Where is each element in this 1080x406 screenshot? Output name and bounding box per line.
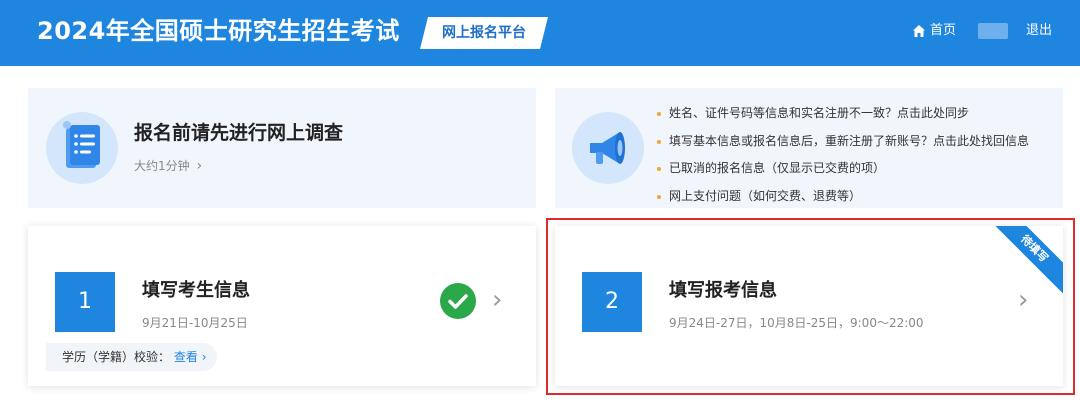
verify-label: 学历（学籍）校验：: [62, 350, 171, 364]
chevron-right-icon: ›: [196, 158, 203, 174]
survey-subtitle: 大约1分钟 ›: [134, 157, 202, 174]
step-card-1[interactable]: 1 填写考生信息 9月21日-10月25日 › 学历（学籍）校验： 查看 ›: [28, 226, 536, 386]
help-links: 姓名、证件号码等信息和实名注册不一致？点击此处同步 填写基本信息或报名信息后，重…: [657, 100, 1029, 210]
logout-link[interactable]: 退出: [1026, 20, 1052, 42]
top-header: 2024年全国硕士研究生招生考试 网上报名平台 首页 退出: [0, 0, 1080, 66]
help-link-payment[interactable]: 网上支付问题（如何交费、退费等）: [657, 183, 1029, 211]
home-link[interactable]: 首页: [912, 20, 956, 42]
step-title-1: 填写考生信息: [142, 280, 250, 301]
step-number-2: 2: [582, 272, 642, 332]
survey-duration: 大约1分钟: [134, 159, 190, 173]
page-title: 2024年全国硕士研究生招生考试: [37, 17, 400, 45]
verify-view-label: 查看: [173, 350, 198, 364]
platform-badge: 网上报名平台: [420, 17, 548, 49]
chevron-right-icon[interactable]: ›: [1018, 287, 1028, 313]
help-link-sync[interactable]: 姓名、证件号码等信息和实名注册不一致？点击此处同步: [657, 100, 1029, 128]
platform-badge-label: 网上报名平台: [442, 25, 526, 41]
step-card-2[interactable]: 2 填写报考信息 9月24日-27日，10月8日-25日，9:00～22:00 …: [555, 226, 1063, 386]
survey-title: 报名前请先进行网上调查: [134, 122, 344, 144]
check-circle-icon: [440, 283, 476, 319]
step-date-1: 9月21日-10月25日: [142, 316, 248, 330]
step-date-2: 9月24日-27日，10月8日-25日，9:00～22:00: [669, 316, 924, 330]
chevron-right-icon: ›: [201, 350, 207, 364]
survey-icon-circle: [46, 112, 118, 184]
education-verify-row: 学历（学籍）校验： 查看 ›: [46, 343, 217, 371]
user-name-blurred: [978, 23, 1008, 39]
help-icon-circle: [572, 112, 644, 184]
help-link-recover[interactable]: 填写基本信息或报名信息后，重新注册了新账号？点击此处找回信息: [657, 128, 1029, 156]
megaphone-icon: [590, 132, 625, 164]
step-number-1: 1: [55, 272, 115, 332]
verify-view-link[interactable]: 查看 ›: [174, 350, 207, 364]
survey-panel[interactable]: 报名前请先进行网上调查 大约1分钟 ›: [28, 88, 536, 208]
step-title-2: 填写报考信息: [669, 280, 777, 301]
home-icon: [913, 25, 925, 37]
help-link-cancelled[interactable]: 已取消的报名信息（仅显示已交费的项）: [657, 155, 1029, 183]
home-label: 首页: [930, 23, 957, 38]
help-panel: 姓名、证件号码等信息和实名注册不一致？点击此处同步 填写基本信息或报名信息后，重…: [555, 88, 1063, 208]
document-list-icon: [63, 121, 100, 168]
chevron-right-icon[interactable]: ›: [492, 287, 502, 313]
